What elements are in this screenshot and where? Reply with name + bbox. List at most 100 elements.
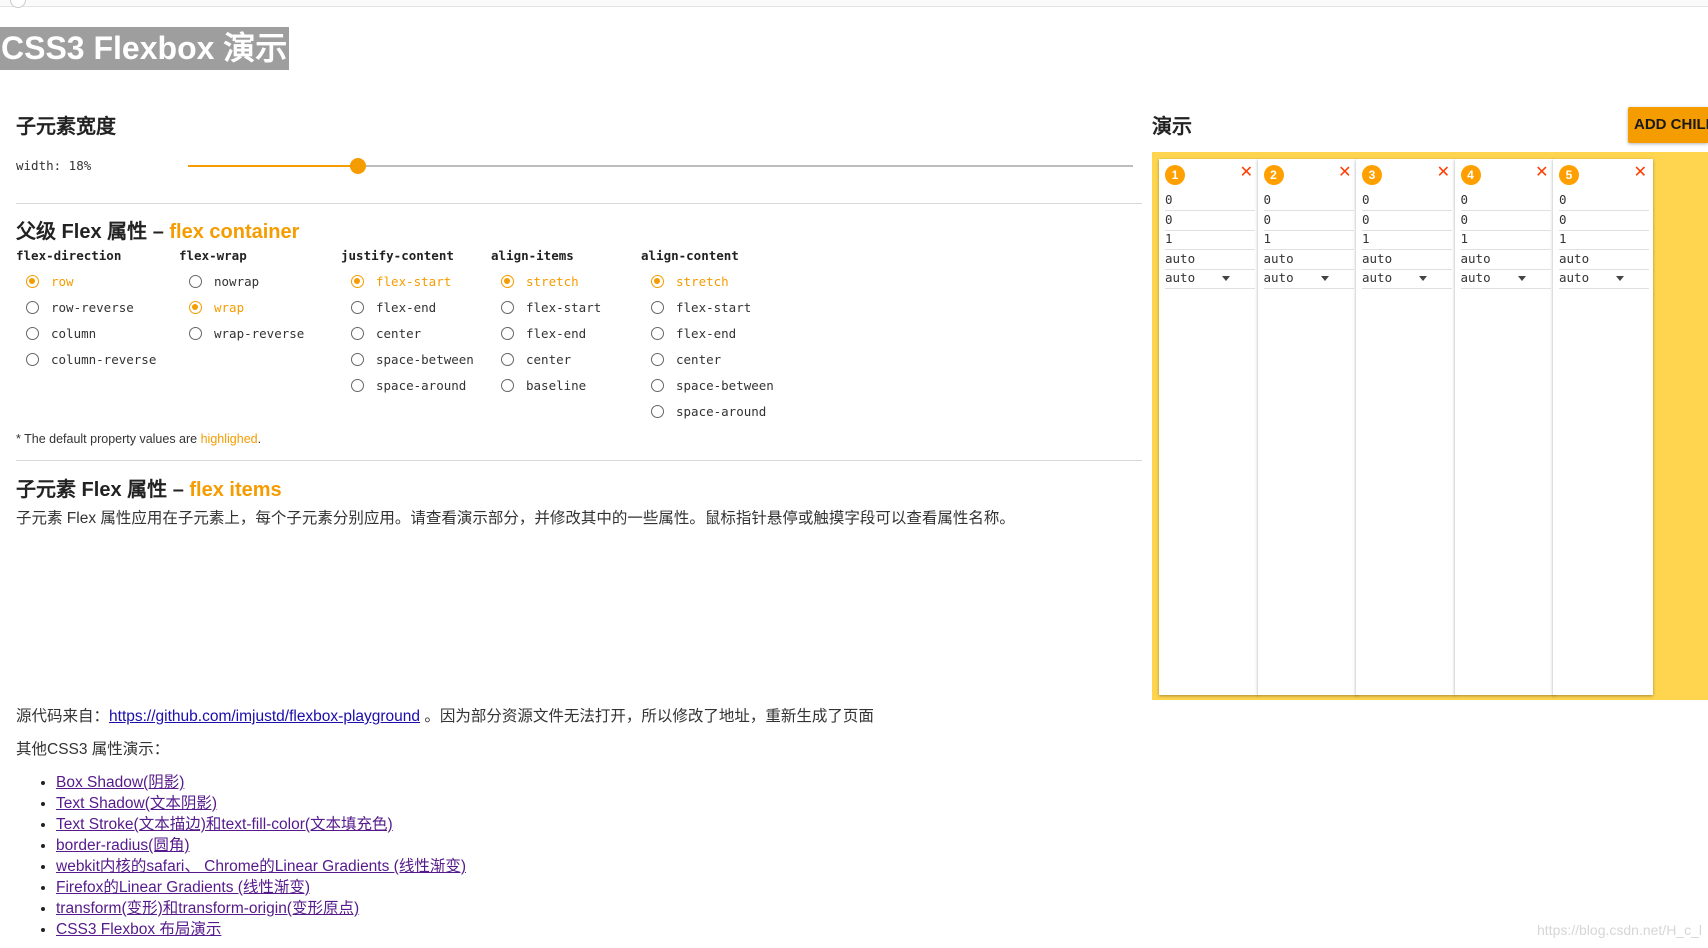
radio-unchecked-icon[interactable] <box>351 326 364 340</box>
align-self-select[interactable]: auto <box>1263 268 1354 289</box>
radio-unchecked-icon[interactable] <box>651 300 664 314</box>
radio-checked-icon[interactable] <box>501 274 514 288</box>
chevron-down-icon[interactable] <box>1517 276 1526 281</box>
radio-option-space-around[interactable]: space-around <box>641 398 774 424</box>
close-icon[interactable]: ✕ <box>1535 163 1548 183</box>
basis-field[interactable]: auto <box>1165 249 1255 270</box>
radio-unchecked-icon[interactable] <box>651 326 664 340</box>
shrink-field[interactable]: 1 <box>1165 229 1255 250</box>
grow-field[interactable]: 0 <box>1362 210 1452 231</box>
radio-option-center[interactable]: center <box>341 320 474 346</box>
shrink-field[interactable]: 1 <box>1460 229 1551 250</box>
add-child-button[interactable]: ADD CHILD <box>1628 107 1708 143</box>
radio-unchecked-icon[interactable] <box>189 326 202 340</box>
align-self-select[interactable]: auto <box>1362 268 1452 289</box>
close-icon[interactable]: ✕ <box>1338 163 1351 183</box>
align-self-select[interactable]: auto <box>1460 268 1551 289</box>
radio-unchecked-icon[interactable] <box>501 326 514 340</box>
align-self-select[interactable]: auto <box>1165 268 1255 289</box>
radio-option-wrap[interactable]: wrap <box>179 294 304 320</box>
radio-unchecked-icon[interactable] <box>501 300 514 314</box>
close-icon[interactable]: ✕ <box>1240 163 1253 183</box>
radio-label: center <box>676 351 722 367</box>
radio-unchecked-icon[interactable] <box>351 300 364 314</box>
basis-field[interactable]: auto <box>1263 249 1354 270</box>
radio-option-flex-end[interactable]: flex-end <box>491 320 601 346</box>
radio-option-flex-start[interactable]: flex-start <box>491 294 601 320</box>
radio-option-flex-start[interactable]: flex-start <box>641 294 774 320</box>
radio-option-center[interactable]: center <box>641 346 774 372</box>
radio-unchecked-icon[interactable] <box>26 352 39 366</box>
order-field[interactable]: 0 <box>1559 190 1649 211</box>
width-slider[interactable] <box>188 158 1133 174</box>
order-field[interactable]: 0 <box>1263 190 1354 211</box>
order-field[interactable]: 0 <box>1460 190 1551 211</box>
radio-option-center[interactable]: center <box>491 346 601 372</box>
radio-option-column[interactable]: column <box>16 320 156 346</box>
basis-field[interactable]: auto <box>1460 249 1551 270</box>
radio-unchecked-icon[interactable] <box>26 326 39 340</box>
grow-field[interactable]: 0 <box>1460 210 1551 231</box>
radio-option-nowrap[interactable]: nowrap <box>179 268 304 294</box>
items-description: 子元素 Flex 属性应用在子元素上，每个子元素分别应用。请查看演示部分，并修改… <box>16 510 1015 527</box>
radio-option-flex-start[interactable]: flex-start <box>341 268 474 294</box>
radio-option-space-around[interactable]: space-around <box>341 372 474 398</box>
radio-option-flex-end[interactable]: flex-end <box>641 320 774 346</box>
slider-thumb[interactable] <box>350 158 367 174</box>
chevron-down-icon[interactable] <box>1320 276 1329 281</box>
radio-option-stretch[interactable]: stretch <box>641 268 774 294</box>
demo-link[interactable]: webkit内核的safari、 Chrome的Linear Gradients… <box>56 858 466 875</box>
radio-checked-icon[interactable] <box>351 274 364 288</box>
order-field[interactable]: 0 <box>1165 190 1255 211</box>
radio-option-column-reverse[interactable]: column-reverse <box>16 346 156 372</box>
note-suffix: . <box>257 432 262 446</box>
radio-option-space-between[interactable]: space-between <box>341 346 474 372</box>
radio-option-stretch[interactable]: stretch <box>491 268 601 294</box>
grow-field[interactable]: 0 <box>1263 210 1354 231</box>
radio-unchecked-icon[interactable] <box>26 300 39 314</box>
field-value: 0 <box>1362 211 1370 227</box>
radio-unchecked-icon[interactable] <box>351 378 364 392</box>
radio-option-space-between[interactable]: space-between <box>641 372 774 398</box>
radio-option-row[interactable]: row <box>16 268 156 294</box>
close-icon[interactable]: ✕ <box>1634 163 1647 183</box>
demo-link[interactable]: CSS3 Flexbox 布局演示 <box>56 921 221 938</box>
source-link[interactable]: https://github.com/imjustd/flexbox-playg… <box>109 708 420 725</box>
radio-checked-icon[interactable] <box>189 300 202 314</box>
radio-option-flex-end[interactable]: flex-end <box>341 294 474 320</box>
radio-unchecked-icon[interactable] <box>651 378 664 392</box>
shrink-field[interactable]: 1 <box>1362 229 1452 250</box>
basis-field[interactable]: auto <box>1362 249 1452 270</box>
radio-checked-icon[interactable] <box>651 274 664 288</box>
chevron-down-icon[interactable] <box>1419 276 1427 281</box>
radio-checked-icon[interactable] <box>26 274 39 288</box>
radio-unchecked-icon[interactable] <box>189 274 202 288</box>
radio-unchecked-icon[interactable] <box>651 352 664 366</box>
grow-field[interactable]: 0 <box>1165 210 1255 231</box>
field-value: auto <box>1362 250 1393 266</box>
field-value: auto <box>1559 270 1590 285</box>
radio-option-baseline[interactable]: baseline <box>491 372 601 398</box>
demo-link[interactable]: Text Stroke(文本描边)和text-fill-color(文本填充色) <box>56 816 393 833</box>
shrink-field[interactable]: 1 <box>1559 229 1649 250</box>
close-icon[interactable]: ✕ <box>1437 163 1450 183</box>
align-self-select[interactable]: auto <box>1559 268 1649 289</box>
demo-link[interactable]: Text Shadow(文本阴影) <box>56 795 217 812</box>
demo-link[interactable]: transform(变形)和transform-origin(变形原点) <box>56 900 359 917</box>
radio-option-wrap-reverse[interactable]: wrap-reverse <box>179 320 304 346</box>
radio-unchecked-icon[interactable] <box>351 352 364 366</box>
basis-field[interactable]: auto <box>1559 249 1649 270</box>
radio-option-row-reverse[interactable]: row-reverse <box>16 294 156 320</box>
radio-label: space-between <box>376 351 474 367</box>
demo-link[interactable]: Firefox的Linear Gradients (线性渐变) <box>56 879 310 896</box>
demo-link[interactable]: border-radius(圆角) <box>56 837 190 854</box>
shrink-field[interactable]: 1 <box>1263 229 1354 250</box>
chevron-down-icon[interactable] <box>1616 276 1624 281</box>
chevron-down-icon[interactable] <box>1222 276 1230 281</box>
demo-link[interactable]: Box Shadow(阴影) <box>56 774 184 791</box>
radio-unchecked-icon[interactable] <box>501 378 514 392</box>
radio-unchecked-icon[interactable] <box>501 352 514 366</box>
grow-field[interactable]: 0 <box>1559 210 1649 231</box>
radio-unchecked-icon[interactable] <box>651 404 664 418</box>
order-field[interactable]: 0 <box>1362 190 1452 211</box>
